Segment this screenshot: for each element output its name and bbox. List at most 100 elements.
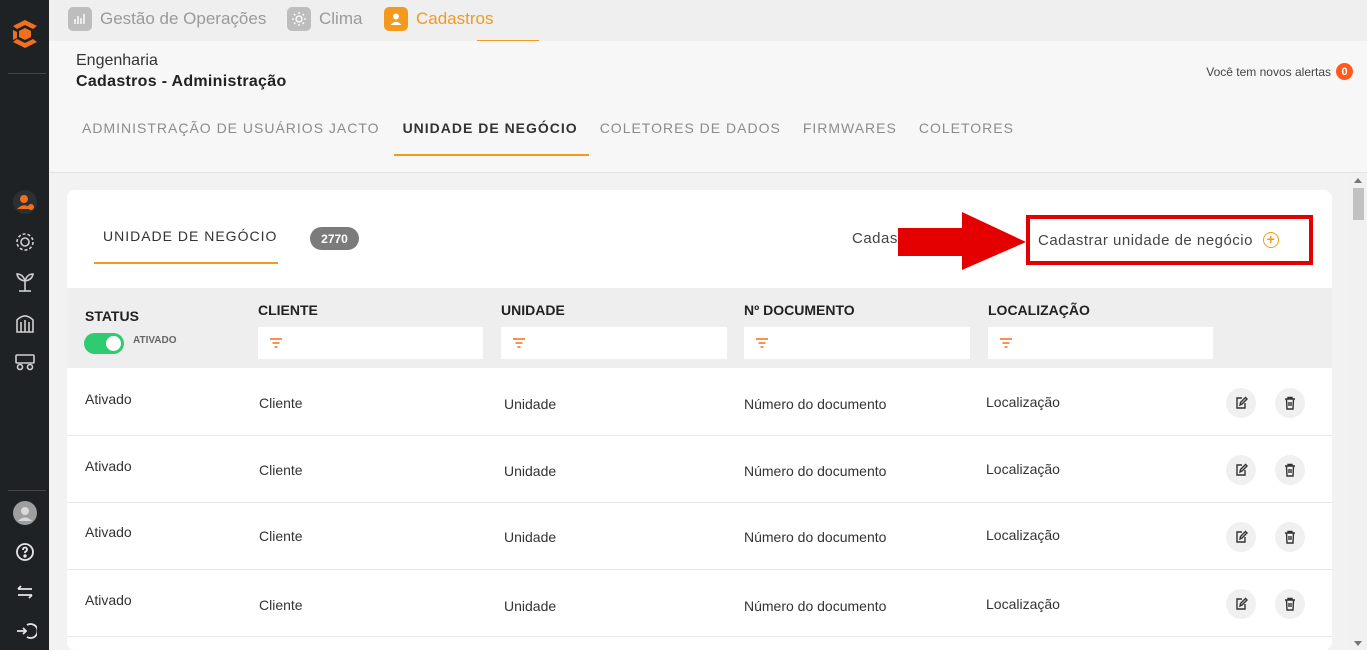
cell-status: Ativado [85, 592, 132, 608]
table-row: Ativado Cliente Unidade Número do docume… [67, 436, 1332, 503]
edit-button[interactable] [1226, 388, 1256, 418]
alerts-count-badge: 0 [1336, 63, 1353, 80]
edit-icon [1236, 530, 1248, 543]
subtab-firmwares[interactable]: FIRMWARES [792, 120, 908, 156]
tab-gestao-operacoes[interactable]: Gestão de Operações [68, 6, 266, 32]
status-toggle-label: ATIVADO [133, 335, 177, 346]
cell-status: Ativado [85, 458, 132, 474]
filter-unidade-input[interactable] [501, 327, 727, 359]
column-header-unidade: UNIDADE [501, 302, 565, 318]
table-row: Ativado Cliente Unidade Número do docume… [67, 570, 1332, 637]
red-arrow-annotation [898, 212, 1026, 270]
sidebar [0, 0, 49, 650]
breadcrumb-section: Engenharia [76, 52, 158, 69]
column-header-cliente: CLIENTE [258, 302, 318, 318]
subtab-administracao-usuarios[interactable]: ADMINISTRAÇÃO DE USUÁRIOS JACTO [71, 120, 391, 156]
alerts-notice[interactable]: Você tem novos alertas 0 [1206, 63, 1353, 80]
register-button-label: Cadastrar unidade de negócio [1038, 231, 1253, 249]
subtab-unidade-negocio[interactable]: UNIDADE DE NEGÓCIO [392, 120, 589, 156]
avatar[interactable] [11, 499, 39, 527]
page-title: Cadastros - Administração [76, 73, 287, 90]
machine-icon[interactable] [11, 347, 39, 375]
filter-icon [756, 338, 768, 348]
subtab-coletores[interactable]: COLETORES [908, 120, 1025, 156]
table-row: Ativado Cliente Unidade Número do docume… [67, 503, 1332, 570]
cell-unidade: Unidade [504, 529, 557, 545]
chart-icon [68, 7, 92, 31]
cell-cliente: Cliente [259, 528, 303, 544]
delete-button[interactable] [1275, 522, 1305, 552]
cell-unidade: Unidade [504, 396, 557, 412]
edit-icon [1236, 597, 1248, 610]
filter-header-row: STATUS ATIVADO CLIENTE UNIDADE Nº DOCUME… [67, 288, 1332, 368]
cell-status: Ativado [85, 391, 132, 407]
edit-button[interactable] [1226, 455, 1256, 485]
cell-unidade: Unidade [504, 598, 557, 614]
register-business-unit-button[interactable]: Cadastrar unidade de negócio + [1026, 215, 1313, 265]
status-toggle[interactable] [84, 333, 124, 354]
tab-cadastros[interactable]: Cadastros [384, 6, 493, 32]
filter-localizacao-input[interactable] [988, 327, 1213, 359]
scrollbar-thumb[interactable] [1353, 188, 1364, 220]
cell-unidade: Unidade [504, 463, 557, 479]
cell-localizacao: Localização [986, 596, 1060, 612]
count-badge: 2770 [310, 227, 359, 250]
help-icon[interactable] [11, 538, 39, 566]
filter-documento-input[interactable] [744, 327, 970, 359]
edit-icon [1236, 396, 1248, 409]
delete-button[interactable] [1275, 455, 1305, 485]
cell-localizacao: Localização [986, 461, 1060, 477]
trash-icon [1285, 463, 1295, 477]
sub-tabs: ADMINISTRAÇÃO DE USUÁRIOS JACTO UNIDADE … [71, 120, 1025, 156]
edit-button[interactable] [1226, 522, 1256, 552]
silo-icon[interactable] [11, 309, 39, 337]
user-icon [384, 7, 408, 31]
cell-cliente: Cliente [259, 462, 303, 478]
edit-button[interactable] [1226, 589, 1256, 619]
users-admin-icon[interactable] [11, 188, 39, 216]
cell-documento: Número do documento [744, 529, 887, 545]
top-nav: Gestão de Operações Clima Cadastros [49, 0, 1367, 41]
plus-circle-icon: + [1262, 232, 1279, 248]
cell-documento: Número do documento [744, 598, 887, 614]
tab-label: Gestão de Operações [100, 9, 267, 28]
filter-icon [513, 338, 525, 348]
scroll-down-arrow-icon[interactable] [1354, 641, 1362, 646]
scroll-up-arrow-icon[interactable] [1354, 178, 1362, 183]
delete-button[interactable] [1275, 589, 1305, 619]
subtab-coletores-dados[interactable]: COLETORES DE DADOS [589, 120, 792, 156]
filter-icon [1000, 338, 1012, 348]
page-scrollbar[interactable] [1350, 173, 1367, 650]
card-tab-indicator [94, 262, 278, 264]
filter-cliente-input[interactable] [258, 327, 483, 359]
gear-icon[interactable] [11, 228, 39, 256]
table-row: Ativado Cliente Unidade Número do docume… [67, 369, 1332, 436]
trash-icon [1285, 530, 1295, 544]
cell-documento: Número do documento [744, 396, 887, 412]
cell-documento: Número do documento [744, 463, 887, 479]
cell-localizacao: Localização [986, 527, 1060, 543]
business-unit-card: UNIDADE DE NEGÓCIO 2770 Cadas Cadastrar … [67, 190, 1332, 650]
column-header-status: STATUS [85, 308, 139, 324]
sun-icon [287, 7, 311, 31]
delete-button[interactable] [1275, 388, 1305, 418]
jacto-logo[interactable] [9, 18, 41, 50]
sidebar-divider [8, 73, 46, 74]
tab-clima[interactable]: Clima [287, 6, 362, 32]
trash-icon [1285, 396, 1295, 410]
cell-status: Ativado [85, 524, 132, 540]
tab-label: Cadastros [416, 9, 494, 28]
column-header-localizacao: LOCALIZAÇÃO [988, 302, 1090, 318]
cell-cliente: Cliente [259, 395, 303, 411]
alerts-text: Você tem novos alertas [1206, 64, 1331, 79]
logout-icon[interactable] [11, 617, 39, 645]
sidebar-divider [8, 490, 46, 491]
card-tab-unidade-negocio[interactable]: UNIDADE DE NEGÓCIO [103, 228, 277, 244]
swap-icon[interactable] [11, 578, 39, 606]
plant-icon[interactable] [11, 268, 39, 296]
cell-localizacao: Localização [986, 394, 1060, 410]
register-text-partial: Cadas [852, 230, 898, 247]
filter-icon [270, 338, 282, 348]
edit-icon [1236, 463, 1248, 476]
column-header-documento: Nº DOCUMENTO [744, 302, 855, 318]
